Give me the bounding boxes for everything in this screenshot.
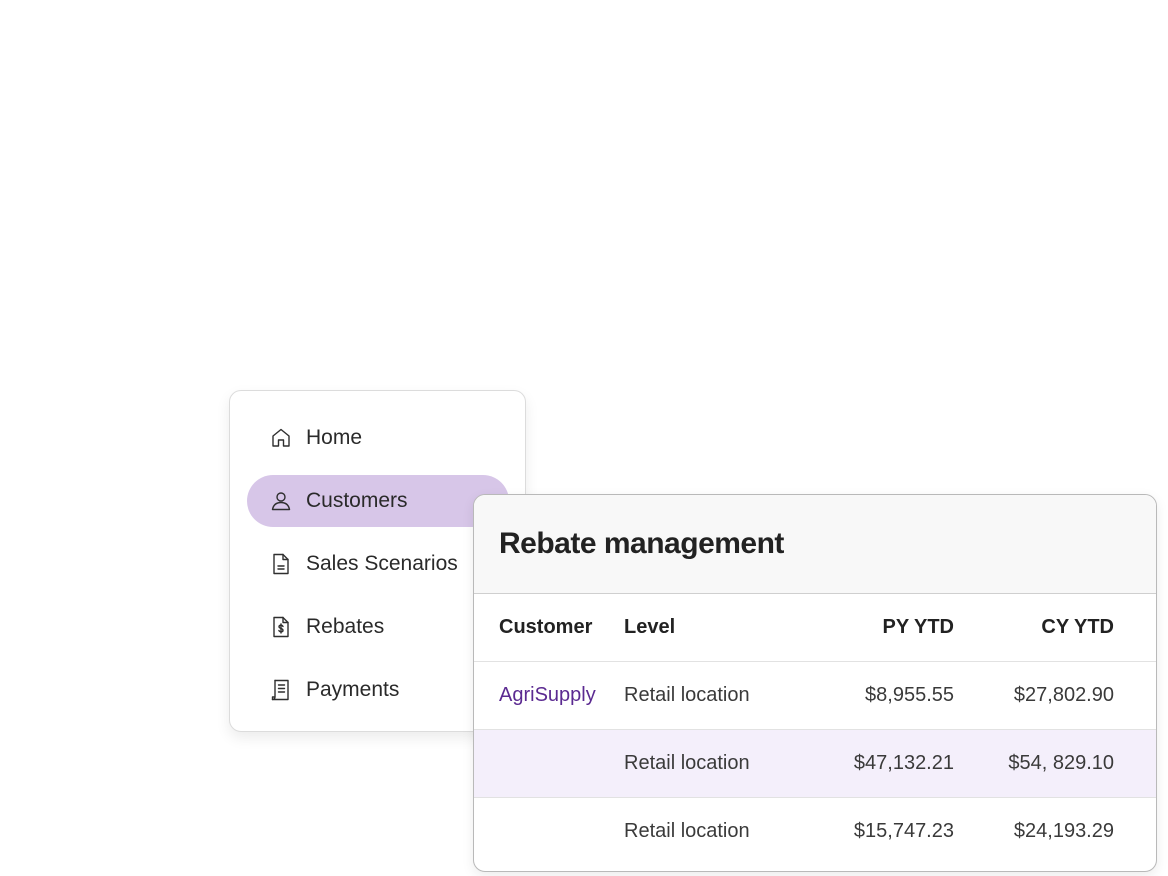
sidebar-item-label: Rebates (306, 615, 385, 638)
sidebar-item-label: Payments (306, 678, 400, 701)
cell-level: Retail location (624, 819, 750, 842)
panel-header: Rebate management (474, 495, 1156, 594)
app-canvas: Home Customers Sales Scenarios Rebates P (0, 0, 1168, 876)
cell-cy-ytd: $54, 829.10 (954, 729, 1156, 798)
sidebar-item-home[interactable]: Home (247, 412, 509, 464)
cell-customer (474, 729, 624, 798)
sidebar-item-payments[interactable]: Payments (247, 664, 509, 716)
table-row[interactable]: AgriSupply Retail location $8,955.55 $27… (474, 661, 1156, 730)
page-title: Rebate management (499, 527, 784, 560)
cell-level: Retail location (624, 729, 809, 798)
customer-link[interactable]: AgriSupply (499, 684, 596, 706)
sidebar-item-label: Home (306, 426, 363, 449)
document-icon (269, 552, 293, 576)
table-header-row: Customer Level PY YTD CY YTD (474, 594, 1156, 662)
receipt-icon (269, 678, 293, 702)
cell-py-ytd: $8,955.55 (809, 661, 954, 730)
sidebar-item-label: Sales Scenarios (306, 552, 458, 575)
column-header-cy-ytd[interactable]: CY YTD (954, 594, 1156, 662)
cell-py-ytd: $47,132.21 (809, 729, 954, 798)
sidebar-item-label: Customers (306, 489, 408, 512)
sidebar-item-rebates[interactable]: Rebates (247, 601, 509, 653)
sidebar-item-sales-scenarios[interactable]: Sales Scenarios (247, 538, 509, 590)
column-header-level[interactable]: Level (624, 594, 809, 662)
cell-cy-ytd: $27,802.90 (954, 661, 1156, 730)
cell-level: Retail location (624, 661, 809, 730)
home-icon (269, 426, 293, 450)
cell-customer (474, 797, 624, 865)
rebate-management-panel: Rebate management Customer Level PY YTD … (473, 494, 1157, 872)
sidebar-item-customers[interactable]: Customers (247, 475, 509, 527)
cell-cy-ytd: $24,193.29 (1013, 819, 1114, 842)
column-header-py-ytd[interactable]: PY YTD (809, 594, 954, 662)
table-row[interactable]: Retail location $15,747.23 $24,193.29 (474, 797, 1156, 865)
rebates-table: Customer Level PY YTD CY YTD AgriSupply … (474, 594, 1156, 865)
user-icon (269, 489, 293, 513)
column-header-customer[interactable]: Customer (474, 594, 624, 662)
table-row[interactable]: Retail location $47,132.21 $54, 829.10 (474, 729, 1156, 798)
dollar-document-icon (269, 615, 293, 639)
cell-py-ytd: $15,747.23 (853, 819, 954, 842)
cell-customer: AgriSupply (474, 661, 624, 730)
